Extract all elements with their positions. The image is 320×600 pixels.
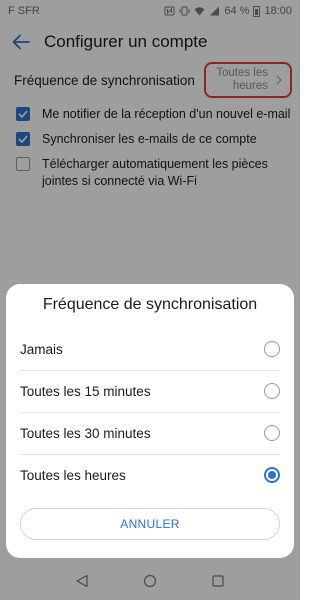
cancel-button[interactable]: ANNULER	[20, 508, 280, 540]
triangle-back-icon	[76, 574, 88, 588]
radio-button-selected[interactable]	[264, 467, 280, 483]
option-15-minutes[interactable]: Toutes les 15 minutes	[6, 370, 294, 412]
option-label: Toutes les 15 minutes	[20, 383, 151, 399]
radio-button[interactable]	[264, 383, 280, 399]
nav-home-button[interactable]	[142, 573, 158, 589]
option-never[interactable]: Jamais	[6, 328, 294, 370]
radio-button[interactable]	[264, 341, 280, 357]
option-label: Toutes les heures	[20, 467, 126, 483]
dialog-title: Fréquence de synchronisation	[42, 296, 258, 313]
option-hourly[interactable]: Toutes les heures	[6, 454, 294, 496]
nav-back-button[interactable]	[74, 573, 90, 589]
radio-button[interactable]	[264, 425, 280, 441]
sync-frequency-dialog: Fréquence de synchronisation Jamais Tout…	[6, 284, 294, 558]
option-label: Toutes les 30 minutes	[20, 425, 151, 441]
square-recents-icon	[212, 575, 224, 587]
option-30-minutes[interactable]: Toutes les 30 minutes	[6, 412, 294, 454]
navigation-bar	[0, 562, 300, 600]
circle-home-icon	[143, 574, 157, 588]
option-label: Jamais	[20, 341, 63, 357]
nav-recents-button[interactable]	[210, 573, 226, 589]
radio-dot	[268, 471, 276, 479]
